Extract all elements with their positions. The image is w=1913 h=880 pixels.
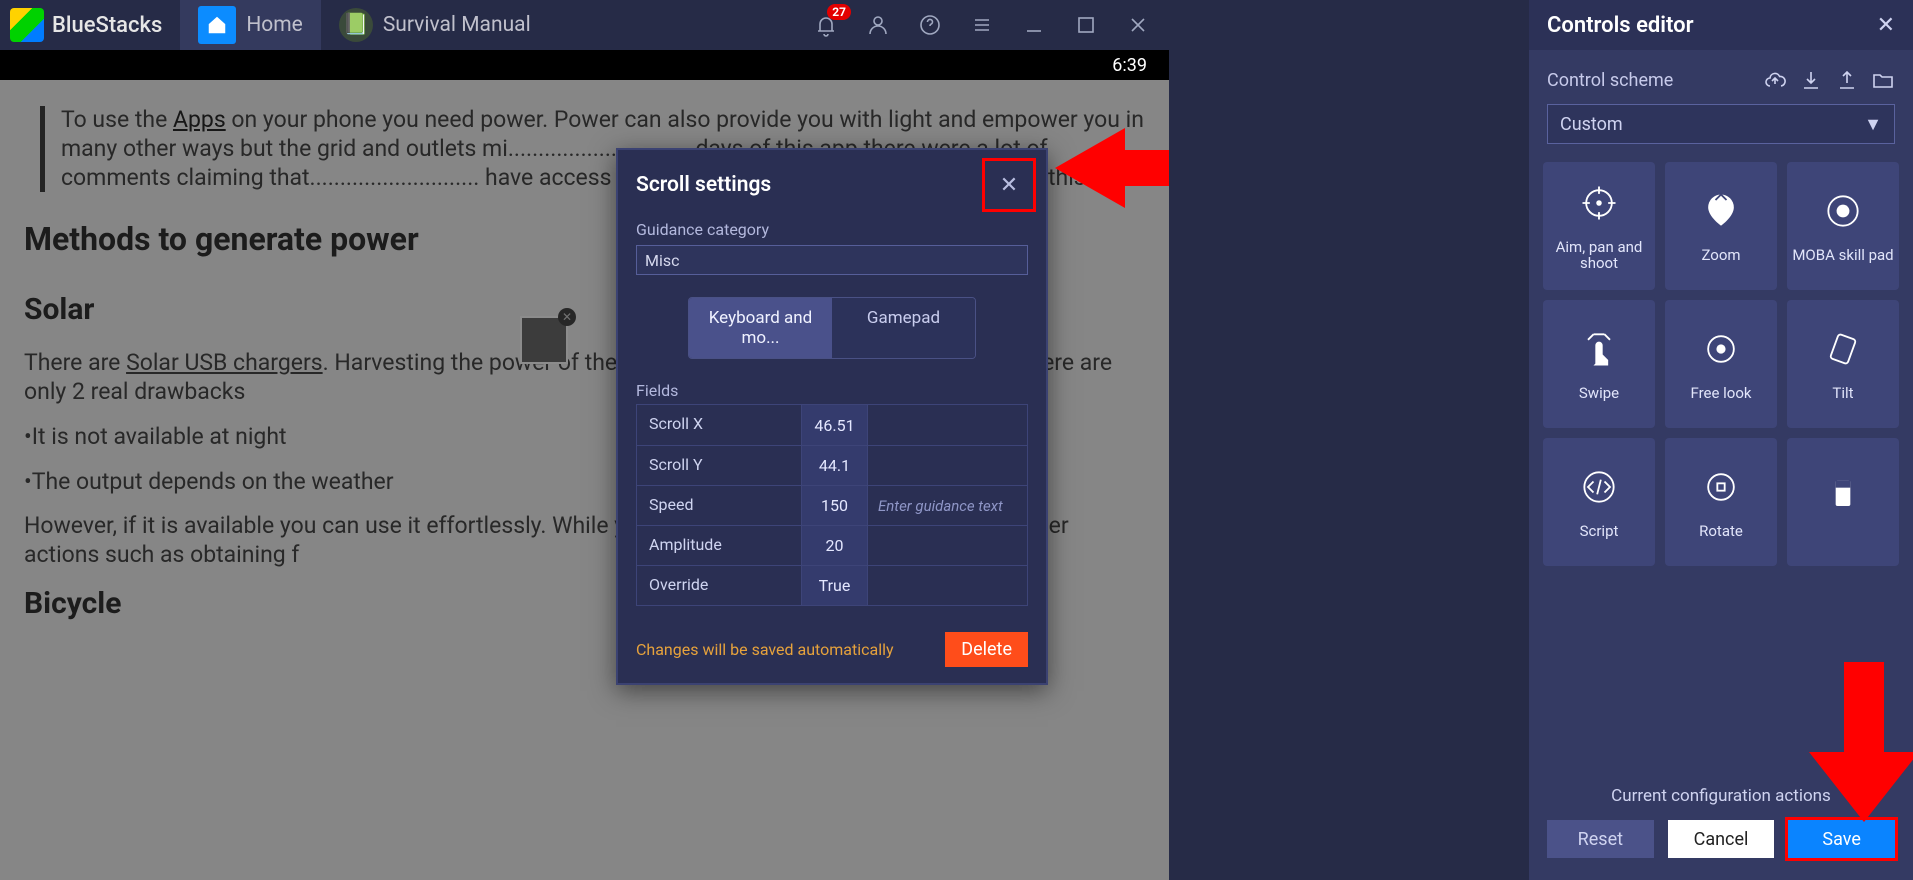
moba-icon [1821, 189, 1865, 233]
control-rotate[interactable]: Rotate [1665, 438, 1777, 566]
guidance-category-input[interactable] [636, 245, 1028, 275]
minimize-icon[interactable] [1017, 8, 1051, 42]
amplitude-guidance[interactable] [867, 526, 1027, 565]
control-aim-pan-shoot[interactable]: Aim, pan and shoot [1543, 162, 1655, 290]
zoom-icon [1699, 189, 1743, 233]
hamburger-icon[interactable] [965, 8, 999, 42]
guidance-category-label: Guidance category [636, 220, 1028, 239]
override-value[interactable]: True [801, 566, 867, 605]
speed-value[interactable]: 150 [801, 486, 867, 525]
tab-label: Home [246, 13, 303, 37]
scroll-settings-modal: Scroll settings ✕ Guidance category Keyb… [616, 148, 1048, 685]
swipe-icon [1577, 327, 1621, 371]
cloud-upload-icon[interactable] [1763, 68, 1787, 92]
close-window-icon[interactable] [1121, 8, 1155, 42]
annotation-arrow-save [1809, 662, 1913, 822]
fields-label: Fields [636, 381, 1028, 400]
save-button[interactable]: Save [1788, 820, 1895, 858]
brand-label: BlueStacks [52, 13, 162, 38]
delete-button[interactable]: Delete [945, 632, 1028, 667]
reset-button[interactable]: Reset [1547, 820, 1654, 858]
table-row: Override True [637, 565, 1027, 605]
sidebar-title: Controls editor [1547, 13, 1694, 38]
rotate-icon [1699, 465, 1743, 509]
scroll-x-guidance[interactable] [867, 405, 1027, 445]
spacer-column [1169, 0, 1529, 880]
scroll-x-value[interactable]: 46.51 [801, 405, 867, 445]
tab-label: Survival Manual [383, 13, 531, 37]
seg-gamepad[interactable]: Gamepad [832, 298, 975, 358]
sidebar-close-button[interactable]: ✕ [1877, 13, 1895, 38]
speed-guidance[interactable]: Enter guidance text [867, 486, 1027, 525]
script-icon [1577, 465, 1621, 509]
table-row: Scroll X 46.51 [637, 405, 1027, 445]
table-row: Speed 150 Enter guidance text [637, 485, 1027, 525]
control-tilt[interactable]: Tilt [1787, 300, 1899, 428]
control-script[interactable]: Script [1543, 438, 1655, 566]
account-icon[interactable] [861, 8, 895, 42]
control-swipe[interactable]: Swipe [1543, 300, 1655, 428]
app-icon: 📗 [339, 8, 373, 42]
tab-home[interactable]: Home [180, 0, 321, 50]
control-free-look[interactable]: Free look [1665, 300, 1777, 428]
clock: 6:39 [1112, 55, 1147, 76]
table-row: Amplitude 20 [637, 525, 1027, 565]
export-icon[interactable] [1835, 68, 1859, 92]
maximize-icon[interactable] [1069, 8, 1103, 42]
modal-title: Scroll settings [636, 173, 771, 197]
eye-icon [1699, 327, 1743, 371]
main-app-area: BlueStacks Home 📗 Survival Manual 27 [0, 0, 1169, 880]
tilt-icon [1821, 327, 1865, 371]
home-icon [198, 6, 236, 44]
help-icon[interactable] [913, 8, 947, 42]
control-moba-skillpad[interactable]: MOBA skill pad [1787, 162, 1899, 290]
amplitude-value[interactable]: 20 [801, 526, 867, 565]
titlebar: BlueStacks Home 📗 Survival Manual 27 [0, 0, 1169, 50]
notifications-badge: 27 [827, 4, 851, 20]
autosave-label: Changes will be saved automatically [636, 640, 894, 659]
import-icon[interactable] [1799, 68, 1823, 92]
scheme-dropdown[interactable]: Custom ▼ [1547, 104, 1895, 144]
scroll-y-guidance[interactable] [867, 446, 1027, 485]
tab-survival-manual[interactable]: 📗 Survival Manual [321, 0, 549, 50]
android-statusbar: 6:39 [0, 50, 1169, 80]
crosshair-icon [1577, 181, 1621, 225]
override-guidance[interactable] [867, 566, 1027, 605]
seg-keyboard-mouse[interactable]: Keyboard and mo... [689, 298, 832, 358]
control-zoom[interactable]: Zoom [1665, 162, 1777, 290]
chevron-down-icon: ▼ [1864, 114, 1882, 135]
bluestacks-logo-icon [10, 8, 44, 42]
control-blank[interactable] [1787, 438, 1899, 566]
modal-close-button[interactable]: ✕ [988, 164, 1030, 206]
folder-icon[interactable] [1871, 68, 1895, 92]
notifications-icon[interactable]: 27 [809, 8, 843, 42]
table-row: Scroll Y 44.1 [637, 445, 1027, 485]
cancel-button[interactable]: Cancel [1668, 820, 1775, 858]
input-mode-segmented: Keyboard and mo... Gamepad [688, 297, 976, 359]
controls-editor-sidebar: Controls editor ✕ Control scheme Custom … [1529, 0, 1913, 880]
device-icon [1821, 473, 1865, 517]
scroll-y-value[interactable]: 44.1 [801, 446, 867, 485]
control-scheme-label: Control scheme [1547, 70, 1673, 91]
fields-table: Scroll X 46.51 Scroll Y 44.1 Speed 150 E… [636, 404, 1028, 606]
